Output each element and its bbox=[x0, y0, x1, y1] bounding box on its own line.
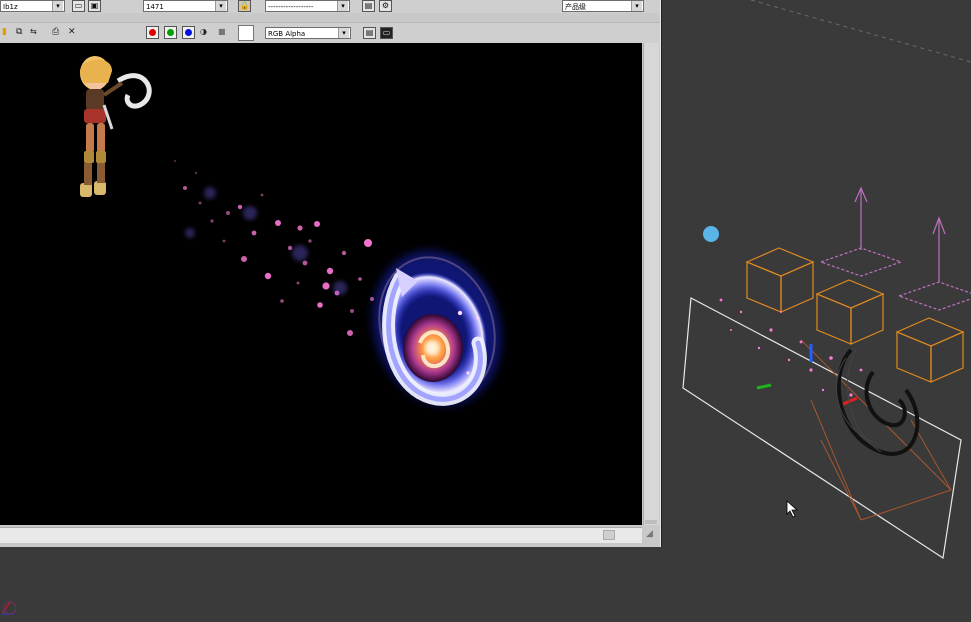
blue-channel-toggle[interactable] bbox=[182, 26, 195, 39]
viewport-dropdown[interactable]: 1471 ▾ bbox=[143, 0, 228, 12]
horizontal-scrollbar[interactable] bbox=[0, 527, 642, 543]
render-preset-dropdown[interactable]: ------------------ ▾ bbox=[265, 0, 350, 12]
environment-button[interactable]: ⚙ bbox=[379, 0, 392, 12]
green-channel-icon bbox=[167, 29, 174, 36]
blue-emitter-sphere bbox=[703, 226, 719, 242]
chevron-down-icon: ▾ bbox=[631, 1, 642, 11]
copy-image-icon[interactable]: ⧉ bbox=[16, 26, 22, 38]
region-icon: ▭ bbox=[74, 1, 83, 10]
clear-icon[interactable]: ✕ bbox=[68, 26, 76, 38]
frustum-lines bbox=[800, 339, 952, 521]
chevron-down-icon: ▾ bbox=[52, 1, 63, 11]
color-swatch[interactable] bbox=[238, 25, 254, 41]
clone-window-icon[interactable]: ⇆ bbox=[30, 26, 37, 38]
mouse-cursor-icon bbox=[786, 500, 799, 518]
particle-haze bbox=[185, 187, 347, 295]
render-viewport bbox=[0, 43, 642, 525]
area-to-render-dropdown[interactable]: Ib1z ▾ bbox=[0, 0, 65, 12]
red-channel-icon bbox=[149, 29, 156, 36]
auto-region-button[interactable]: ▣ bbox=[88, 0, 101, 12]
print-icon[interactable]: ⎙ bbox=[52, 26, 59, 38]
display-channel-dropdown[interactable]: RGB Alpha ▾ bbox=[265, 27, 351, 39]
viewport-value: 1471 bbox=[146, 3, 164, 11]
lock-viewport-button[interactable]: 🔒 bbox=[238, 0, 251, 12]
resize-grip-icon[interactable]: ◢ bbox=[646, 529, 656, 539]
render-toolbar-bottom: ▮ ⧉ ⇆ ⎙ ✕ ◑ ■ RGB Alpha ▾ ▤ ▭ bbox=[0, 22, 660, 43]
blue-channel-icon bbox=[185, 29, 192, 36]
gear-icon: ⚙ bbox=[381, 1, 390, 10]
mono-icon[interactable]: ■ bbox=[218, 26, 226, 38]
horizontal-scroll-thumb[interactable] bbox=[603, 530, 615, 540]
character-figure bbox=[79, 56, 152, 197]
render-setup-button[interactable]: ▤ bbox=[362, 0, 375, 12]
axis-tripod-icon bbox=[1, 601, 17, 615]
overlay-icon: ▤ bbox=[365, 28, 374, 37]
render-toolbar-top: Ib1z ▾ ▭ ▣ 1471 ▾ 🔒 ------------------ ▾… bbox=[0, 0, 660, 13]
scene-wireframe bbox=[682, 0, 971, 560]
toggle-ui-overlay-button[interactable]: ▤ bbox=[363, 27, 376, 39]
area-to-render-value: Ib1z bbox=[3, 3, 18, 11]
render-frame-window: Ib1z ▾ ▭ ▣ 1471 ▾ 🔒 ------------------ ▾… bbox=[0, 0, 661, 547]
alpha-display-icon[interactable]: ◑ bbox=[200, 26, 207, 38]
portal-effect bbox=[373, 251, 501, 406]
renderer-dropdown[interactable]: 产品级 ▾ bbox=[562, 0, 644, 12]
chevron-down-icon: ▾ bbox=[337, 1, 348, 11]
scene-particles bbox=[719, 298, 863, 397]
emitter-plane bbox=[682, 297, 962, 560]
save-image-icon[interactable]: ▮ bbox=[2, 26, 7, 38]
display-channel-value: RGB Alpha bbox=[268, 30, 306, 38]
render-preset-value: ------------------ bbox=[268, 3, 314, 11]
chevron-down-icon: ▾ bbox=[338, 28, 349, 38]
window-icon: ▭ bbox=[382, 28, 391, 37]
region-icon: ▣ bbox=[90, 1, 99, 10]
rendered-image bbox=[79, 56, 501, 406]
edit-region-button[interactable]: ▭ bbox=[72, 0, 85, 12]
chevron-down-icon: ▾ bbox=[215, 1, 226, 11]
renderer-value: 产品级 bbox=[565, 3, 586, 11]
particle-trail bbox=[174, 160, 374, 336]
vertical-scroll-thumb[interactable] bbox=[645, 520, 657, 524]
scene-viewport[interactable] bbox=[661, 0, 971, 618]
render-setup-icon: ▤ bbox=[364, 1, 373, 10]
red-channel-toggle[interactable] bbox=[146, 26, 159, 39]
green-channel-toggle[interactable] bbox=[164, 26, 177, 39]
vertical-scrollbar[interactable] bbox=[643, 43, 659, 525]
helper-boxes bbox=[745, 247, 965, 383]
lock-icon: 🔒 bbox=[239, 1, 250, 10]
gravity-helpers bbox=[819, 186, 971, 311]
toggle-ui-button[interactable]: ▭ bbox=[380, 27, 393, 39]
